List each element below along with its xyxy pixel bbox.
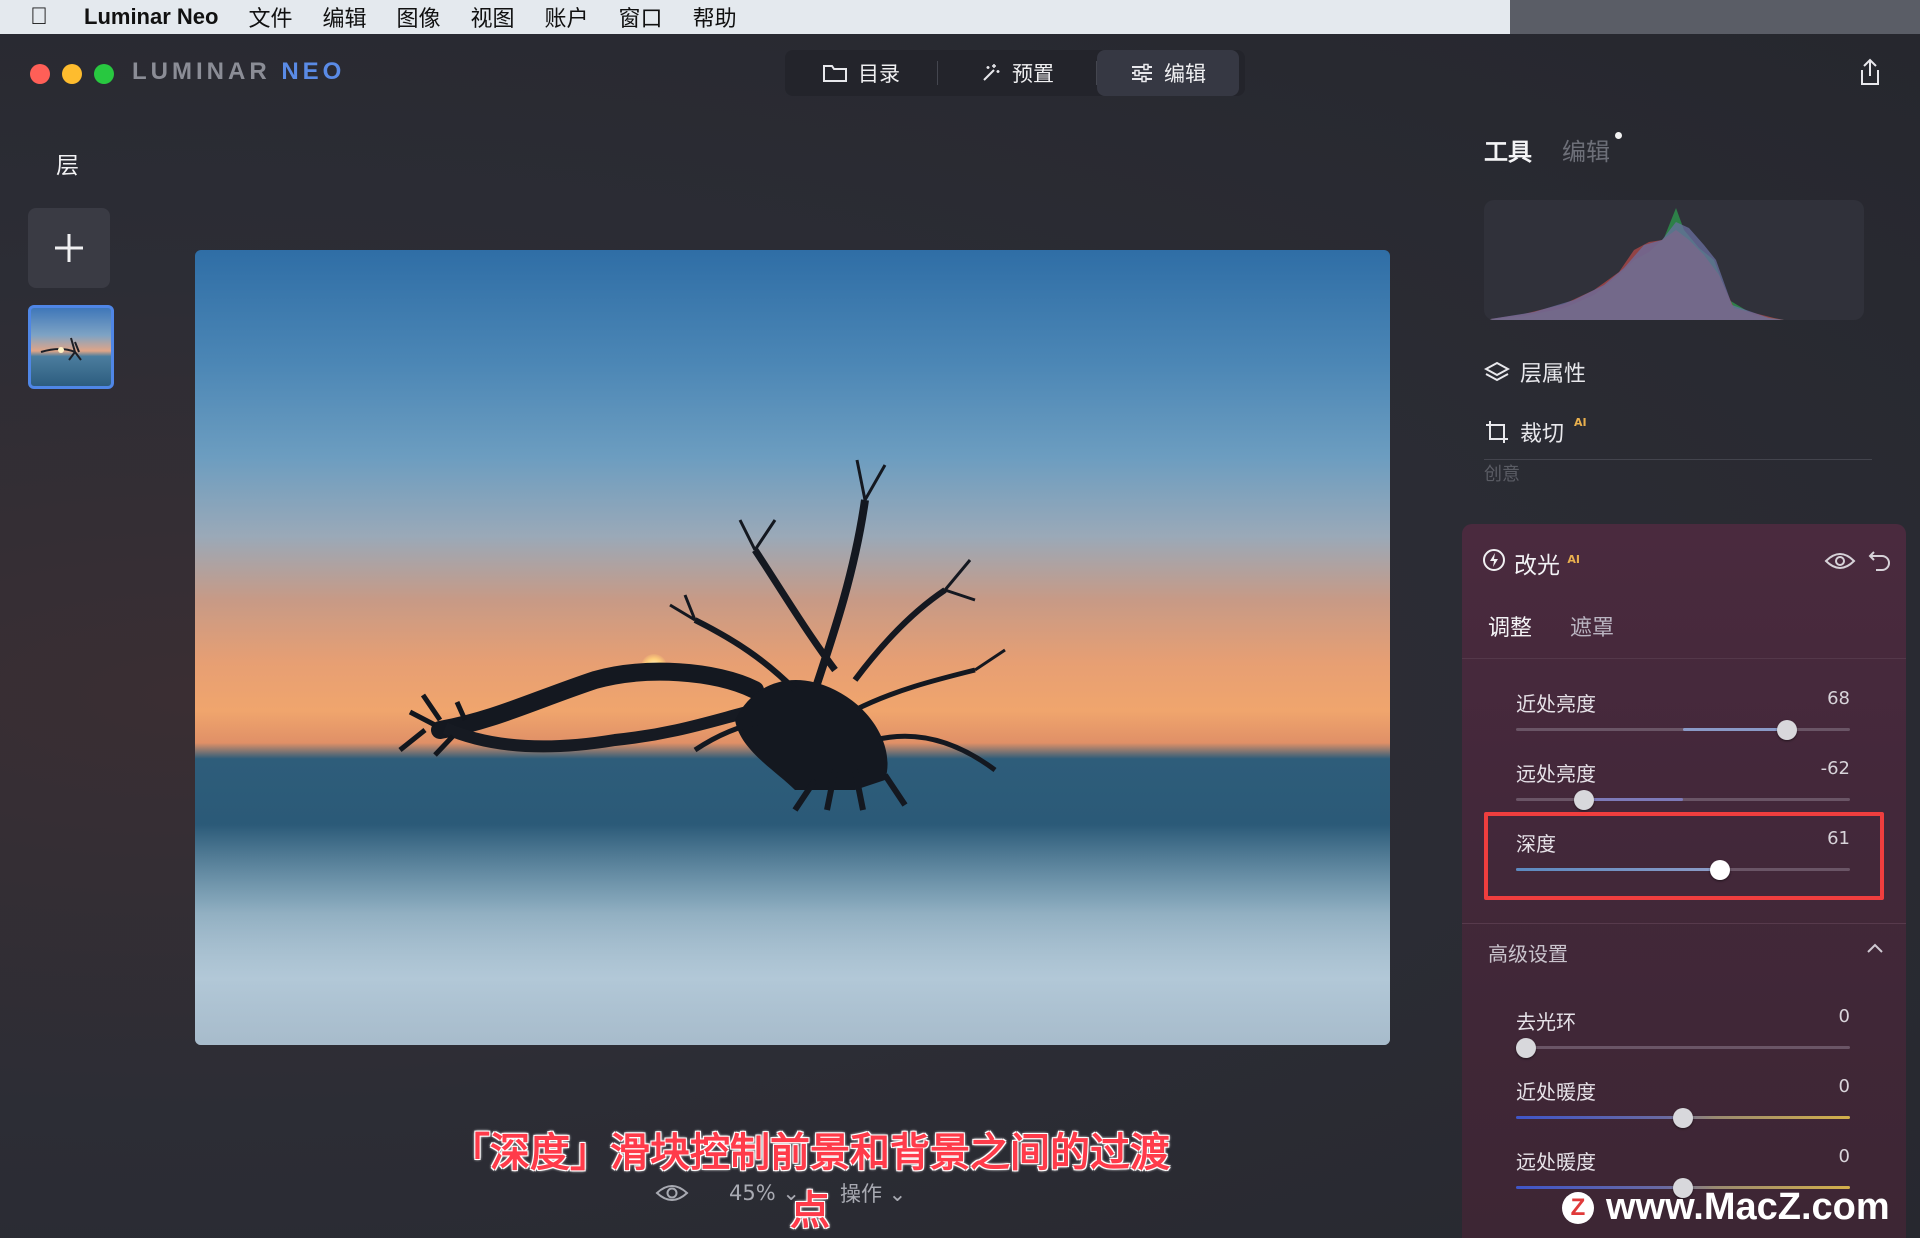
mode-catalog-button[interactable]: 目录 — [785, 50, 937, 96]
preview-eye-icon[interactable] — [655, 1183, 689, 1203]
slider-fill — [1584, 798, 1683, 801]
tool-crop[interactable]: 裁切 AI — [1484, 416, 1587, 448]
folder-icon — [823, 65, 847, 82]
watermark-logo: Z — [1562, 1191, 1594, 1224]
slider-value: -62 — [1820, 758, 1850, 779]
reset-undo-icon[interactable] — [1868, 548, 1892, 572]
mode-presets-button[interactable]: 预置 — [938, 50, 1096, 96]
tab-edits[interactable]: 编辑 — [1562, 132, 1622, 167]
photo-canvas[interactable] — [195, 250, 1390, 1045]
close-window-button[interactable] — [30, 64, 50, 84]
layer-thumbnail-image — [40, 337, 82, 361]
ai-badge: AI — [1574, 415, 1587, 429]
relight-subtabs: 调整 遮罩 — [1488, 610, 1614, 642]
relight-title: 改光 AI — [1514, 546, 1580, 580]
menu-image[interactable]: 图像 — [397, 1, 441, 33]
chevron-up-icon[interactable] — [1866, 942, 1884, 954]
tool-crop-label: 裁切 — [1520, 422, 1565, 447]
depth-highlight-box — [1484, 812, 1884, 900]
slider-value: 0 — [1838, 1146, 1850, 1167]
tab-edits-label: 编辑 — [1562, 138, 1610, 166]
slider-label: 远处亮度 — [1516, 762, 1596, 786]
slider-label: 近处暖度 — [1516, 1080, 1596, 1104]
creative-section-label: 创意 — [1484, 464, 1520, 485]
histogram — [1484, 200, 1864, 320]
slider-knob[interactable] — [1673, 1108, 1693, 1128]
layers-title: 层 — [56, 153, 79, 179]
canvas-bottom-bar: 45% ⌄ 操作 ⌄ — [655, 1178, 906, 1208]
driftwood-tree — [398, 459, 1006, 812]
watermark-text: www.MacZ.com — [1606, 1186, 1890, 1228]
logo-luminar: LUMINAR — [132, 58, 271, 85]
mode-catalog-label: 目录 — [858, 62, 900, 86]
menu-window[interactable]: 窗口 — [619, 1, 663, 33]
tool-layer-properties-label: 层属性 — [1520, 362, 1587, 387]
slider-knob[interactable] — [1574, 790, 1594, 810]
magic-wand-icon — [983, 64, 1000, 81]
menu-account[interactable]: 账户 — [545, 1, 589, 33]
layer-thumbnail[interactable] — [28, 305, 114, 389]
right-panel-tabs: 工具 编辑 — [1484, 132, 1622, 167]
menu-bar:  Luminar Neo 文件 编辑 图像 视图 账户 窗口 帮助 — [0, 0, 1920, 34]
tab-adjust[interactable]: 调整 — [1488, 610, 1532, 642]
tab-tools[interactable]: 工具 — [1484, 132, 1532, 167]
relight-panel: 改光 AI 调整 遮罩 近处亮度 68 远处亮度 -62 深度 61 高级设置 … — [1462, 524, 1906, 1238]
mode-switcher: 目录 预置 编辑 — [785, 50, 1245, 96]
mode-edit-label: 编辑 — [1164, 62, 1206, 86]
actions-dropdown[interactable]: 操作 ⌄ — [840, 1178, 906, 1208]
slider-fill — [1683, 728, 1787, 731]
slider-knob[interactable] — [1516, 1038, 1536, 1058]
minimize-window-button[interactable] — [62, 64, 82, 84]
slider-value: 0 — [1838, 1006, 1850, 1027]
apple-icon[interactable]:  — [30, 3, 64, 31]
menu-view[interactable]: 视图 — [471, 1, 515, 33]
section-divider — [1484, 459, 1872, 460]
relight-icon — [1483, 549, 1505, 571]
slider-value: 0 — [1838, 1076, 1850, 1097]
ai-badge: AI — [1567, 553, 1580, 566]
menu-help[interactable]: 帮助 — [693, 1, 737, 33]
slider-label: 去光环 — [1516, 1010, 1576, 1034]
edits-indicator-dot — [1615, 132, 1622, 139]
menubar-status-area — [1510, 0, 1920, 34]
menu-app-name[interactable]: Luminar Neo — [84, 4, 218, 30]
tab-mask[interactable]: 遮罩 — [1570, 610, 1614, 642]
app-logo: LUMINAR NEO — [132, 58, 345, 86]
slider-track[interactable] — [1516, 1046, 1850, 1049]
mode-presets-label: 预置 — [1012, 62, 1054, 86]
advanced-settings-title[interactable]: 高级设置 — [1488, 938, 1568, 967]
menu-file[interactable]: 文件 — [248, 1, 292, 33]
section-divider — [1462, 923, 1906, 924]
zoom-level-dropdown[interactable]: 45% ⌄ — [729, 1181, 800, 1205]
menu-edit[interactable]: 编辑 — [322, 1, 366, 33]
sliders-icon — [1132, 63, 1152, 83]
watermark: Z www.MacZ.com — [1562, 1186, 1890, 1229]
slider-track[interactable] — [1516, 798, 1850, 801]
logo-neo: NEO — [281, 58, 346, 85]
zoom-window-button[interactable] — [94, 64, 114, 84]
share-icon[interactable] — [1858, 58, 1882, 86]
histogram-graph — [1484, 208, 1784, 320]
slider-label: 远处暖度 — [1516, 1150, 1596, 1174]
visibility-eye-icon[interactable] — [1824, 551, 1856, 571]
crop-icon — [1486, 421, 1508, 443]
slider-label: 近处亮度 — [1516, 692, 1596, 716]
slider-knob[interactable] — [1777, 720, 1797, 740]
section-divider — [1462, 658, 1906, 659]
plus-icon — [55, 234, 83, 262]
layers-icon — [1484, 361, 1510, 382]
relight-title-label: 改光 — [1514, 553, 1560, 579]
slider-value: 68 — [1827, 688, 1850, 709]
mode-edit-button[interactable]: 编辑 — [1097, 50, 1239, 96]
add-layer-button[interactable] — [28, 208, 110, 288]
tool-layer-properties[interactable]: 层属性 — [1484, 356, 1586, 388]
